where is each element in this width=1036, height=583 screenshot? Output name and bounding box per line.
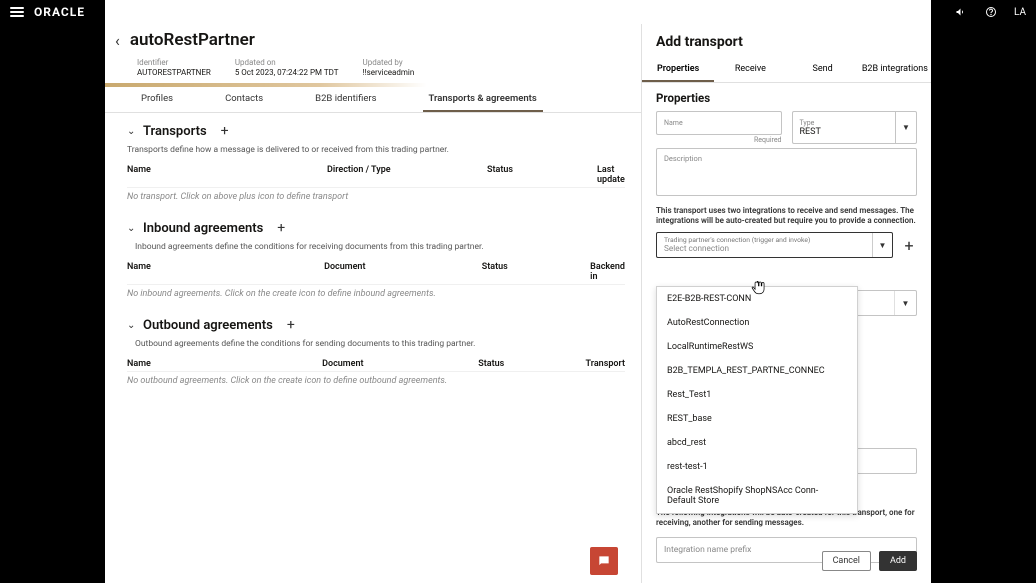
section-transports-title: Transports [143, 124, 207, 139]
dropdown-item[interactable]: REST_base [657, 407, 857, 431]
chat-button[interactable] [590, 547, 618, 575]
name-label: Name [664, 120, 774, 127]
connection-dropdown-arrow[interactable]: ▼ [872, 233, 892, 257]
meta-row: Identifier AUTORESTPARTNER Updated on 5 … [105, 58, 641, 81]
col-last-update: Last update [597, 165, 625, 185]
add-button[interactable]: Add [879, 551, 917, 571]
announce-icon[interactable] [954, 5, 968, 19]
dropdown-item[interactable]: AutoRestConnection [657, 311, 857, 335]
section-inbound-title: Inbound agreements [143, 221, 263, 236]
main-tabs: Profiles Contacts B2B identifiers Transp… [105, 87, 641, 113]
outbound-empty: No outbound agreements. Click on the cre… [127, 376, 625, 386]
col-document: Document [324, 262, 482, 282]
panel-tab-receive[interactable]: Receive [714, 58, 786, 82]
connection-placeholder: Select connection [664, 244, 865, 254]
description-input[interactable]: Description [656, 148, 917, 196]
page-title: autoRestPartner [130, 30, 255, 50]
brand-logo: ORACLE [34, 5, 85, 19]
panel-tab-b2b[interactable]: B2B integrations [859, 58, 931, 82]
dropdown-item[interactable]: E2E-B2B-REST-CONN [657, 287, 857, 311]
integration-prefix-label: Integration name prefix [664, 545, 751, 555]
connection-hint: This transport uses two integrations to … [656, 206, 917, 226]
transports-empty: No transport. Click on above plus icon t… [127, 192, 625, 202]
chevron-down-icon[interactable]: ⌄ [127, 126, 137, 137]
connection-dropdown-list: E2E-B2B-REST-CONN AutoRestConnection Loc… [656, 286, 858, 514]
updated-by-label: Updated by [363, 58, 415, 67]
type-label: Type [800, 120, 889, 127]
col-backend: Backend in [590, 262, 625, 282]
updated-on-value: 5 Oct 2023, 07:24:22 PM TDT [235, 68, 339, 77]
dropdown-item[interactable]: abcd_rest [657, 431, 857, 455]
identifier-value: AUTORESTPARTNER [137, 68, 211, 77]
updated-by-value: !!serviceadmin [363, 68, 415, 77]
section-inbound-desc: Inbound agreements define the conditions… [127, 242, 625, 252]
dropdown-item[interactable]: LocalRuntimeRestWS [657, 335, 857, 359]
panel-title: Add transport [642, 24, 931, 58]
tab-profiles[interactable]: Profiles [135, 87, 179, 112]
col-name: Name [127, 165, 327, 185]
name-input[interactable]: Name [656, 111, 782, 135]
updated-on-label: Updated on [235, 58, 339, 67]
cancel-button[interactable]: Cancel [822, 551, 871, 571]
chevron-down-icon[interactable]: ⌄ [127, 320, 137, 331]
menu-icon[interactable] [10, 7, 24, 17]
user-initials[interactable]: LA [1014, 7, 1026, 18]
tab-b2b-identifiers[interactable]: B2B identifiers [309, 87, 382, 112]
connection-label: Trading partner's connection (trigger an… [664, 236, 865, 244]
panel-tab-send[interactable]: Send [787, 58, 859, 82]
add-connection-icon[interactable]: + [901, 237, 917, 253]
description-label: Description [664, 154, 702, 163]
col-status: Status [478, 359, 585, 369]
inbound-empty: No inbound agreements. Click on the crea… [127, 289, 625, 299]
col-transport: Transport [586, 359, 625, 369]
dropdown-item[interactable]: Oracle RestShopify ShopNSAcc Conn-Defaul… [657, 479, 857, 513]
tab-transports-agreements[interactable]: Transports & agreements [423, 87, 543, 112]
back-chevron-icon[interactable]: ‹ [115, 31, 120, 50]
section-outbound-title: Outbound agreements [143, 318, 273, 333]
col-direction: Direction / Type [327, 165, 487, 185]
tab-contacts[interactable]: Contacts [219, 87, 269, 112]
add-inbound-icon[interactable]: + [273, 220, 289, 236]
add-transport-icon[interactable]: + [217, 123, 233, 139]
col-document: Document [322, 359, 478, 369]
col-name: Name [127, 262, 324, 282]
dropdown-item[interactable]: Rest_Test1 [657, 383, 857, 407]
chevron-down-icon[interactable]: ⌄ [127, 223, 137, 234]
properties-heading: Properties [656, 91, 917, 105]
col-status: Status [482, 262, 590, 282]
type-select[interactable]: Type REST [792, 111, 896, 144]
connection-select[interactable]: Trading partner's connection (trigger an… [656, 232, 893, 258]
section-outbound-desc: Outbound agreements define the condition… [127, 339, 625, 349]
type-dropdown-arrow[interactable]: ▼ [895, 111, 917, 144]
identifier-label: Identifier [137, 58, 211, 67]
dropdown-item[interactable]: B2B_TEMPLA_REST_PARTNE_CONNEC [657, 359, 857, 383]
col-status: Status [487, 165, 597, 185]
help-icon[interactable] [984, 5, 998, 19]
col-name: Name [127, 359, 322, 369]
required-hint: Required [656, 136, 782, 144]
section-transports-desc: Transports define how a message is deliv… [127, 145, 625, 155]
panel-tab-properties[interactable]: Properties [642, 58, 714, 82]
type-value: REST [800, 127, 889, 137]
add-outbound-icon[interactable]: + [283, 317, 299, 333]
dropdown-item[interactable]: rest-test-1 [657, 455, 857, 479]
chevron-down-icon[interactable]: ▼ [894, 291, 916, 315]
